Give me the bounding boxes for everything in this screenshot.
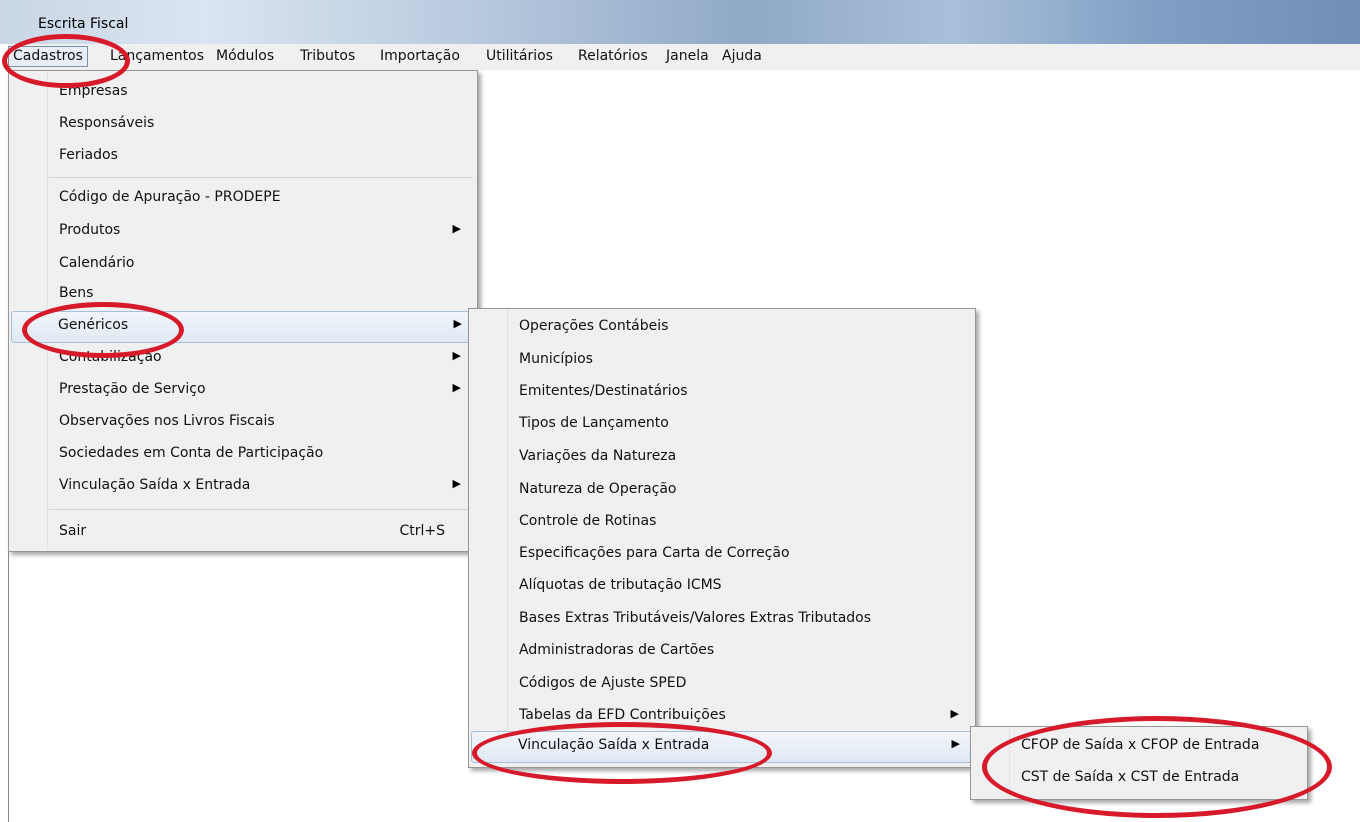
menuitem-natureza-operacao[interactable]: Natureza de Operação [471, 475, 973, 505]
menuitem-codigo-apuracao[interactable]: Código de Apuração - PRODEPE [11, 183, 475, 213]
menuitem-label: Sociedades em Conta de Participação [59, 445, 324, 461]
menuitem-label: Natureza de Operação [519, 481, 677, 497]
menuitem-label: Código de Apuração - PRODEPE [59, 189, 281, 205]
menuitem-tipos-lancamento[interactable]: Tipos de Lançamento [471, 409, 973, 439]
menu-utilitarios[interactable]: Utilitários [482, 48, 557, 64]
menuitem-label: Tabelas da EFD Contribuições [519, 707, 726, 723]
menuitem-sair[interactable]: Sair Ctrl+S [11, 517, 475, 547]
menuitem-empresas[interactable]: Empresas [11, 77, 475, 107]
menuitem-label: Feriados [59, 147, 118, 163]
menuitem-contabilizacao[interactable]: Contabilização ▶ [11, 343, 475, 373]
menuitem-label: Emitentes/Destinatários [519, 383, 688, 399]
menuitem-label: CST de Saída x CST de Entrada [1021, 769, 1240, 785]
submenu-arrow-icon: ▶ [951, 737, 960, 750]
menuitem-label: Bases Extras Tributáveis/Valores Extras … [519, 610, 872, 626]
submenu-arrow-icon: ▶ [452, 477, 461, 490]
menuitem-label: Genéricos [58, 317, 129, 333]
menuitem-responsaveis[interactable]: Responsáveis [11, 109, 475, 139]
menuitem-calendario[interactable]: Calendário [11, 249, 475, 279]
menuitem-cfop-saida-entrada[interactable]: CFOP de Saída x CFOP de Entrada [973, 731, 1305, 761]
menuitem-shortcut: Ctrl+S [399, 523, 445, 539]
menuitem-label: Vinculação Saída x Entrada [59, 477, 251, 493]
menuitem-emitentes[interactable]: Emitentes/Destinatários [471, 377, 973, 407]
submenu-arrow-icon: ▶ [453, 317, 462, 330]
menuitem-produtos[interactable]: Produtos ▶ [11, 216, 475, 246]
window-title: Escrita Fiscal [38, 16, 129, 32]
submenu-arrow-icon: ▶ [452, 222, 461, 235]
vinculacao-submenu: CFOP de Saída x CFOP de Entrada CST de S… [970, 726, 1308, 800]
menu-modulos[interactable]: Módulos [212, 48, 278, 64]
menuitem-tabelas-efd[interactable]: Tabelas da EFD Contribuições ▶ [471, 701, 973, 731]
title-bar: Escrita Fiscal [0, 0, 1360, 44]
menuitem-administradoras-cartoes[interactable]: Administradoras de Cartões [471, 636, 973, 666]
menuitem-label: Alíquotas de tributação ICMS [519, 577, 722, 593]
menuitem-label: Controle de Rotinas [519, 513, 657, 529]
menuitem-especificacoes-carta[interactable]: Especificações para Carta de Correção [471, 539, 973, 569]
menuitem-label: Responsáveis [59, 115, 155, 131]
menuitem-bens[interactable]: Bens [11, 279, 475, 309]
menuitem-label: Calendário [59, 255, 135, 271]
menu-cadastros[interactable]: Cadastros [8, 46, 88, 67]
menu-lancamentos[interactable]: Lançamentos [106, 48, 208, 64]
menuitem-vinculacao[interactable]: Vinculação Saída x Entrada ▶ [11, 471, 475, 501]
menu-tributos[interactable]: Tributos [296, 48, 359, 64]
menuitem-label: Sair [59, 523, 87, 539]
menu-relatorios[interactable]: Relatórios [574, 48, 652, 64]
menuitem-label: Vinculação Saída x Entrada [518, 737, 710, 753]
menuitem-controle-rotinas[interactable]: Controle de Rotinas [471, 507, 973, 537]
menuitem-observacoes[interactable]: Observações nos Livros Fiscais [11, 407, 475, 437]
submenu-arrow-icon: ▶ [950, 707, 959, 720]
menuitem-vinculacao-saida-entrada[interactable]: Vinculação Saída x Entrada ▶ [471, 731, 973, 763]
cadastros-dropdown: Empresas Responsáveis Feriados Código de… [8, 70, 478, 552]
menuitem-label: CFOP de Saída x CFOP de Entrada [1021, 737, 1260, 753]
menuitem-cst-saida-entrada[interactable]: CST de Saída x CST de Entrada [973, 763, 1305, 793]
menuitem-feriados[interactable]: Feriados [11, 141, 475, 171]
menu-importacao[interactable]: Importação [376, 48, 464, 64]
menuitem-label: Produtos [59, 222, 121, 238]
menuitem-genericos[interactable]: Genéricos ▶ [11, 311, 475, 343]
menuitem-label: Municípios [519, 351, 593, 367]
submenu-arrow-icon: ▶ [452, 349, 461, 362]
menuitem-operacoes-contabeis[interactable]: Operações Contábeis [471, 312, 973, 342]
menuitem-bases-extras[interactable]: Bases Extras Tributáveis/Valores Extras … [471, 604, 973, 634]
menuitem-aliquotas-icms[interactable]: Alíquotas de tributação ICMS [471, 571, 973, 601]
genericos-submenu: Operações Contábeis Municípios Emitentes… [468, 308, 976, 768]
menuitem-label: Empresas [59, 83, 128, 99]
menu-separator [49, 509, 473, 510]
menu-ajuda[interactable]: Ajuda [718, 48, 766, 64]
menuitem-variacoes-natureza[interactable]: Variações da Natureza [471, 442, 973, 472]
menuitem-label: Operações Contábeis [519, 318, 669, 334]
menuitem-prestacao-servico[interactable]: Prestação de Serviço ▶ [11, 375, 475, 405]
menuitem-label: Contabilização [59, 349, 162, 365]
menuitem-codigos-ajuste-sped[interactable]: Códigos de Ajuste SPED [471, 669, 973, 699]
menu-janela[interactable]: Janela [662, 48, 713, 64]
menuitem-label: Observações nos Livros Fiscais [59, 413, 275, 429]
menuitem-label: Administradoras de Cartões [519, 642, 715, 658]
menuitem-municipios[interactable]: Municípios [471, 345, 973, 375]
menuitem-label: Variações da Natureza [519, 448, 677, 464]
submenu-arrow-icon: ▶ [452, 381, 461, 394]
menuitem-sociedades[interactable]: Sociedades em Conta de Participação [11, 439, 475, 469]
menuitem-label: Códigos de Ajuste SPED [519, 675, 687, 691]
menuitem-label: Prestação de Serviço [59, 381, 206, 397]
menuitem-label: Especificações para Carta de Correção [519, 545, 790, 561]
menuitem-label: Tipos de Lançamento [519, 415, 669, 431]
menu-separator [49, 177, 473, 178]
menuitem-label: Bens [59, 285, 94, 301]
menu-bar: Cadastros Lançamentos Módulos Tributos I… [8, 44, 1360, 71]
